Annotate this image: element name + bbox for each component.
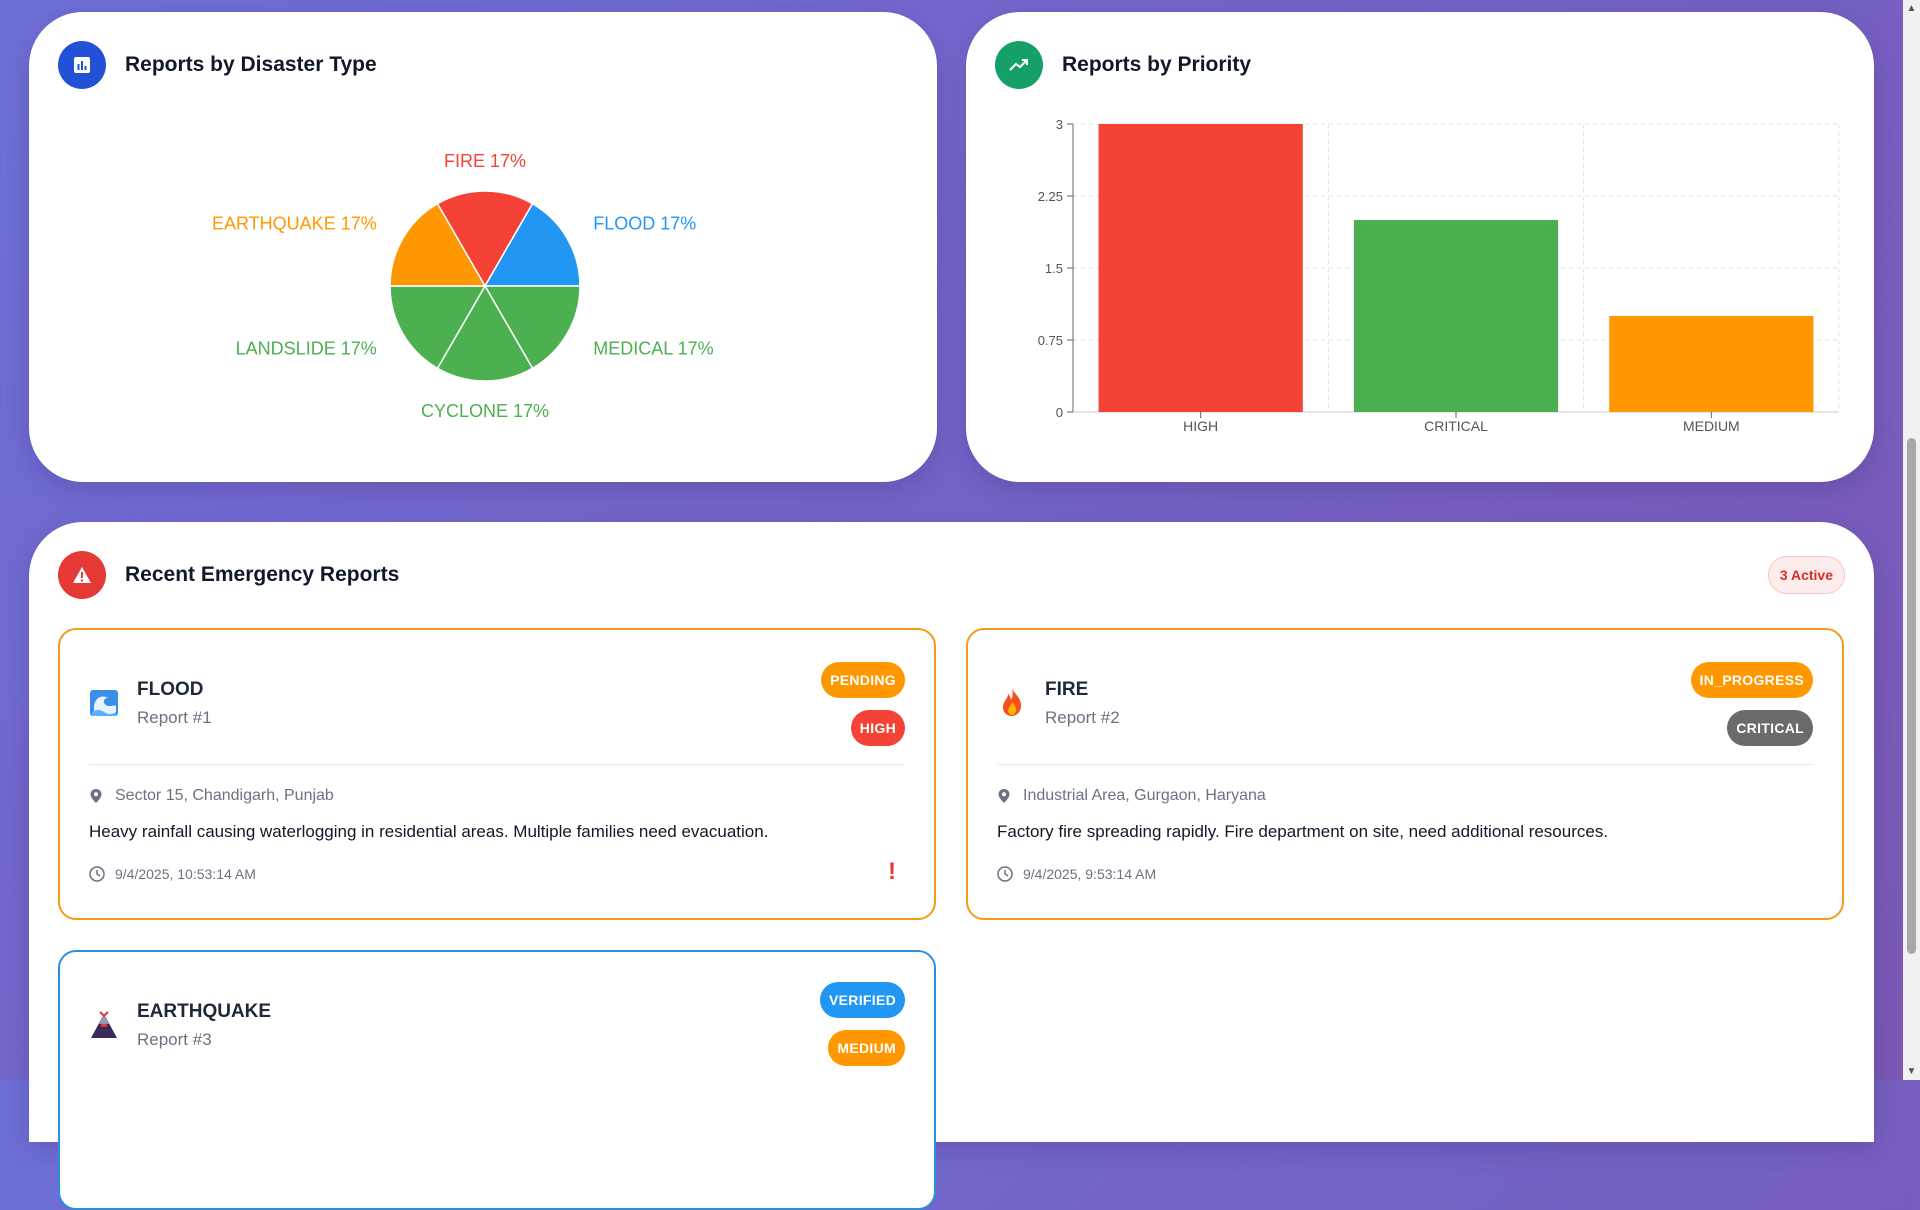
status-badge: VERIFIED: [820, 982, 905, 1018]
location-pin-icon: [90, 789, 102, 803]
status-badge: IN_PROGRESS: [1690, 662, 1813, 698]
report-location: Industrial Area, Gurgaon, Haryana: [997, 787, 1266, 805]
x-tick-label-high: HIGH: [1183, 418, 1218, 434]
priority-badge: MEDIUM: [828, 1030, 905, 1066]
pie-label-flood: FLOOD 17%: [593, 214, 696, 234]
priority-badge: HIGH: [850, 710, 905, 746]
pie-label-cyclone: CYCLONE 17%: [421, 401, 549, 421]
y-tick-label: 3: [1056, 117, 1063, 132]
page-scrollbar[interactable]: ▲ ▼: [1903, 0, 1920, 1080]
report-number: Report #1: [137, 708, 212, 727]
priority-badge: CRITICAL: [1727, 710, 1813, 746]
wave-icon: [90, 690, 118, 716]
fire-icon: [1003, 688, 1022, 716]
report-type: FLOOD: [137, 679, 204, 700]
bar-high: [1098, 124, 1303, 412]
y-tick-label: 0.75: [1038, 333, 1063, 348]
report-card-2[interactable]: FIRE Report #2 IN_PROGRESS CRITICAL Indu…: [966, 628, 1844, 920]
report-description: Factory fire spreading rapidly. Fire dep…: [997, 822, 1609, 841]
report-type: EARTHQUAKE: [137, 1001, 272, 1022]
location-text: Sector 15, Chandigarh, Punjab: [115, 787, 334, 804]
recent-reports-title: Recent Emergency Reports: [125, 563, 400, 586]
report-description: Heavy rainfall causing waterlogging in r…: [89, 822, 769, 841]
time-text: 9/4/2025, 10:53:14 AM: [115, 866, 256, 882]
location-text: Industrial Area, Gurgaon, Haryana: [1023, 787, 1266, 804]
scrollbar-thumb[interactable]: [1907, 438, 1916, 954]
bar-critical: [1353, 220, 1559, 412]
pie-label-fire: FIRE 17%: [444, 151, 526, 171]
volcano-icon: [91, 1011, 117, 1038]
pie-label-landslide: LANDSLIDE 17%: [236, 339, 377, 359]
recent-reports-card: Recent Emergency Reports 3 Active FLOOD …: [29, 522, 1874, 1210]
status-badge: PENDING: [821, 662, 905, 698]
clock-icon: [997, 866, 1013, 882]
y-tick-label: 0: [1056, 405, 1063, 420]
x-tick-label-medium: MEDIUM: [1683, 418, 1740, 434]
report-card-3[interactable]: EARTHQUAKE Report #3 VERIFIED MEDIUM: [58, 950, 936, 1210]
clock-icon: [89, 866, 105, 882]
priority-card: Reports by Priority 0 0.75 1.5 2.25 3 HIGH CRI…: [966, 12, 1874, 482]
scroll-up-arrow-icon[interactable]: ▲: [1903, 0, 1920, 17]
divider: [997, 764, 1813, 765]
recent-reports-header: Recent Emergency Reports: [58, 551, 399, 599]
y-tick-label: 1.5: [1045, 261, 1063, 276]
report-location: Sector 15, Chandigarh, Punjab: [89, 787, 334, 805]
pie-label-earthquake: EARTHQUAKE 17%: [212, 214, 377, 234]
warning-icon: [58, 551, 106, 599]
x-tick-label-critical: CRITICAL: [1424, 418, 1488, 434]
report-card-1[interactable]: FLOOD Report #1 PENDING HIGH Sector 15, …: [58, 628, 936, 920]
disaster-type-pie-chart: FIRE 17% FLOOD 17% MEDICAL 17% CYCLONE 17% L…: [212, 151, 714, 421]
priority-bar-chart: 0 0.75 1.5 2.25 3 HIGH CRITICAL MEDIUM: [1038, 117, 1840, 434]
y-tick-label: 2.25: [1038, 189, 1063, 204]
scroll-down-arrow-icon[interactable]: ▼: [1903, 1063, 1920, 1080]
report-time: 9/4/2025, 10:53:14 AM: [89, 866, 256, 882]
divider: [89, 764, 905, 765]
report-number: Report #2: [1045, 708, 1120, 727]
location-pin-icon: [998, 789, 1010, 803]
report-type: FIRE: [1045, 679, 1089, 700]
disaster-type-card: Reports by Disaster Type FIRE 17% FLOOD 1…: [29, 12, 937, 482]
bar-medium: [1609, 316, 1814, 412]
time-text: 9/4/2025, 9:53:14 AM: [1023, 866, 1157, 882]
active-count-badge: 3 Active: [1767, 556, 1845, 594]
pie-label-medical: MEDICAL 17%: [593, 339, 713, 359]
report-number: Report #3: [137, 1030, 212, 1049]
urgent-alert-icon: !: [888, 858, 896, 885]
report-time: 9/4/2025, 9:53:14 AM: [997, 866, 1156, 882]
